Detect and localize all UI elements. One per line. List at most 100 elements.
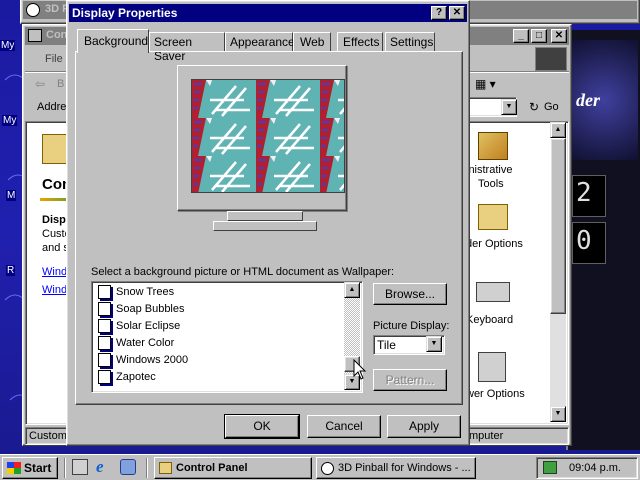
tab-effects[interactable]: Effects [337,32,383,52]
html-document-icon [98,336,111,350]
wallpaper-item[interactable]: Water Color [94,335,344,352]
help-link[interactable]: Wind [42,284,67,296]
scroll-up-button[interactable]: ▲ [344,282,360,298]
tab-label: Effects [343,35,380,49]
desktop-icon-label[interactable]: My [0,40,16,51]
address-dropdown-button[interactable]: ▼ [501,99,517,115]
apply-button[interactable]: Apply [387,415,461,438]
dialog-title: Display Properties [72,6,178,20]
display-properties-dialog[interactable]: Display Properties ? ✕ Background Screen… [66,0,470,446]
cancel-button[interactable]: Cancel [307,415,381,438]
desktop-icon-label[interactable]: R [6,265,16,276]
html-document-icon [98,353,111,367]
windows-logo-icon [535,47,567,71]
vertical-scrollbar[interactable]: ▲ ▼ [550,122,566,422]
tab-appearance[interactable]: Appearance [225,32,295,52]
status-zone: mputer [469,430,504,442]
admin-tools-icon[interactable] [478,132,508,160]
wallpaper-name: Soap Bubbles [116,303,185,315]
pinball-digit: 2 [576,178,592,208]
description-title: Displ [42,214,69,226]
keyboard-icon[interactable] [476,282,510,302]
minimize-button[interactable]: _ [513,29,529,43]
wallpaper-item[interactable]: Snow Trees [94,284,344,301]
task-label: Control Panel [176,462,248,474]
icon-label[interactable]: der Options [466,238,523,250]
tasks-divider [146,458,148,478]
picture-display-select[interactable]: Tile ▼ [373,335,445,355]
ok-button[interactable]: OK [224,414,300,439]
go-icon[interactable]: ↻ [529,100,539,114]
help-button[interactable]: ? [431,6,447,20]
icon-label[interactable]: Keyboard [466,314,513,326]
tab-web[interactable]: Web [293,32,331,52]
help-link[interactable]: Wind [42,266,67,278]
quicklaunch-divider [64,458,66,478]
tab-settings[interactable]: Settings [385,32,435,52]
close-button[interactable]: ✕ [449,6,465,20]
power-options-icon[interactable] [478,352,506,382]
tab-label: Web [300,35,325,49]
status-text: Customi [29,430,70,442]
icon-label[interactable]: wer Options [466,388,525,400]
desktop-icon-label[interactable]: M [6,190,17,201]
html-document-icon [98,302,111,316]
tab-label: Settings [390,35,434,49]
back-arrow-icon[interactable]: ⇦ [35,77,45,91]
tab-screen-saver[interactable]: Screen Saver [149,32,225,63]
monitor-screen [191,79,345,193]
views-icon[interactable]: ▦ ▾ [475,77,496,91]
html-document-icon [98,319,111,333]
wallpaper-name: Snow Trees [116,286,175,298]
scroll-up-button[interactable]: ▲ [550,122,566,138]
pattern-button[interactable]: Pattern... [373,369,447,391]
address-label: Addre [37,101,67,113]
desktop-icon-label[interactable]: My [2,115,18,126]
chevron-down-icon[interactable]: ▼ [426,336,442,352]
description-line: and s [42,242,69,254]
tab-background[interactable]: Background [77,29,149,53]
dialog-titlebar[interactable]: Display Properties ? ✕ [69,4,467,22]
tab-label: Appearance [230,35,295,49]
wallpaper-item[interactable]: Solar Eclipse [94,318,344,335]
network-icon[interactable] [543,461,557,474]
icon-label[interactable]: Tools [478,178,504,190]
mouse-cursor-icon [353,359,367,380]
clock[interactable]: 09:04 p.m. [569,462,621,474]
folder-options-icon[interactable] [478,204,508,230]
taskbar: Start e Control Panel 3D Pinball for Win… [0,454,640,480]
cancel-label: Cancel [325,419,363,433]
back-button-label[interactable]: B [57,78,64,90]
wallpaper-list[interactable]: Snow Trees Soap Bubbles Solar Eclipse Wa… [91,281,363,393]
scroll-thumb[interactable] [550,138,566,314]
browse-button[interactable]: Browse... [373,283,447,305]
html-document-icon [98,370,111,384]
maximize-button[interactable]: □ [531,29,547,43]
control-panel-icon [28,29,42,42]
task-pinball[interactable]: 3D Pinball for Windows - ... [316,457,476,479]
start-button[interactable]: Start [2,457,58,479]
task-control-panel[interactable]: Control Panel [154,457,312,479]
icon-label[interactable]: inistrative [466,164,512,176]
menu-file[interactable]: File [45,53,63,65]
desktop-icon[interactable] [72,459,88,475]
outlook-express-icon[interactable] [120,459,136,475]
wallpaper-item[interactable]: Windows 2000 [94,352,344,369]
wallpaper-tile-pattern [192,80,344,192]
pinball-icon [321,462,334,475]
wallpaper-item[interactable]: Zapotec [94,369,344,386]
task-label: 3D Pinball for Windows - ... [338,462,471,474]
close-button[interactable]: ✕ [551,29,567,43]
wallpaper-item[interactable]: Soap Bubbles [94,301,344,318]
pinball-icon [26,3,40,17]
scroll-down-button[interactable]: ▼ [550,406,566,422]
go-button-label[interactable]: Go [544,101,559,113]
monitor-base [213,221,317,231]
html-document-icon [98,285,111,299]
wallpaper-name: Solar Eclipse [116,320,181,332]
picture-display-label: Picture Display: [373,320,450,332]
pinball-logo-text: der [576,90,600,110]
internet-explorer-icon[interactable]: e [96,457,104,477]
windows-flag-icon [7,462,21,474]
browse-label: Browse... [384,287,435,301]
